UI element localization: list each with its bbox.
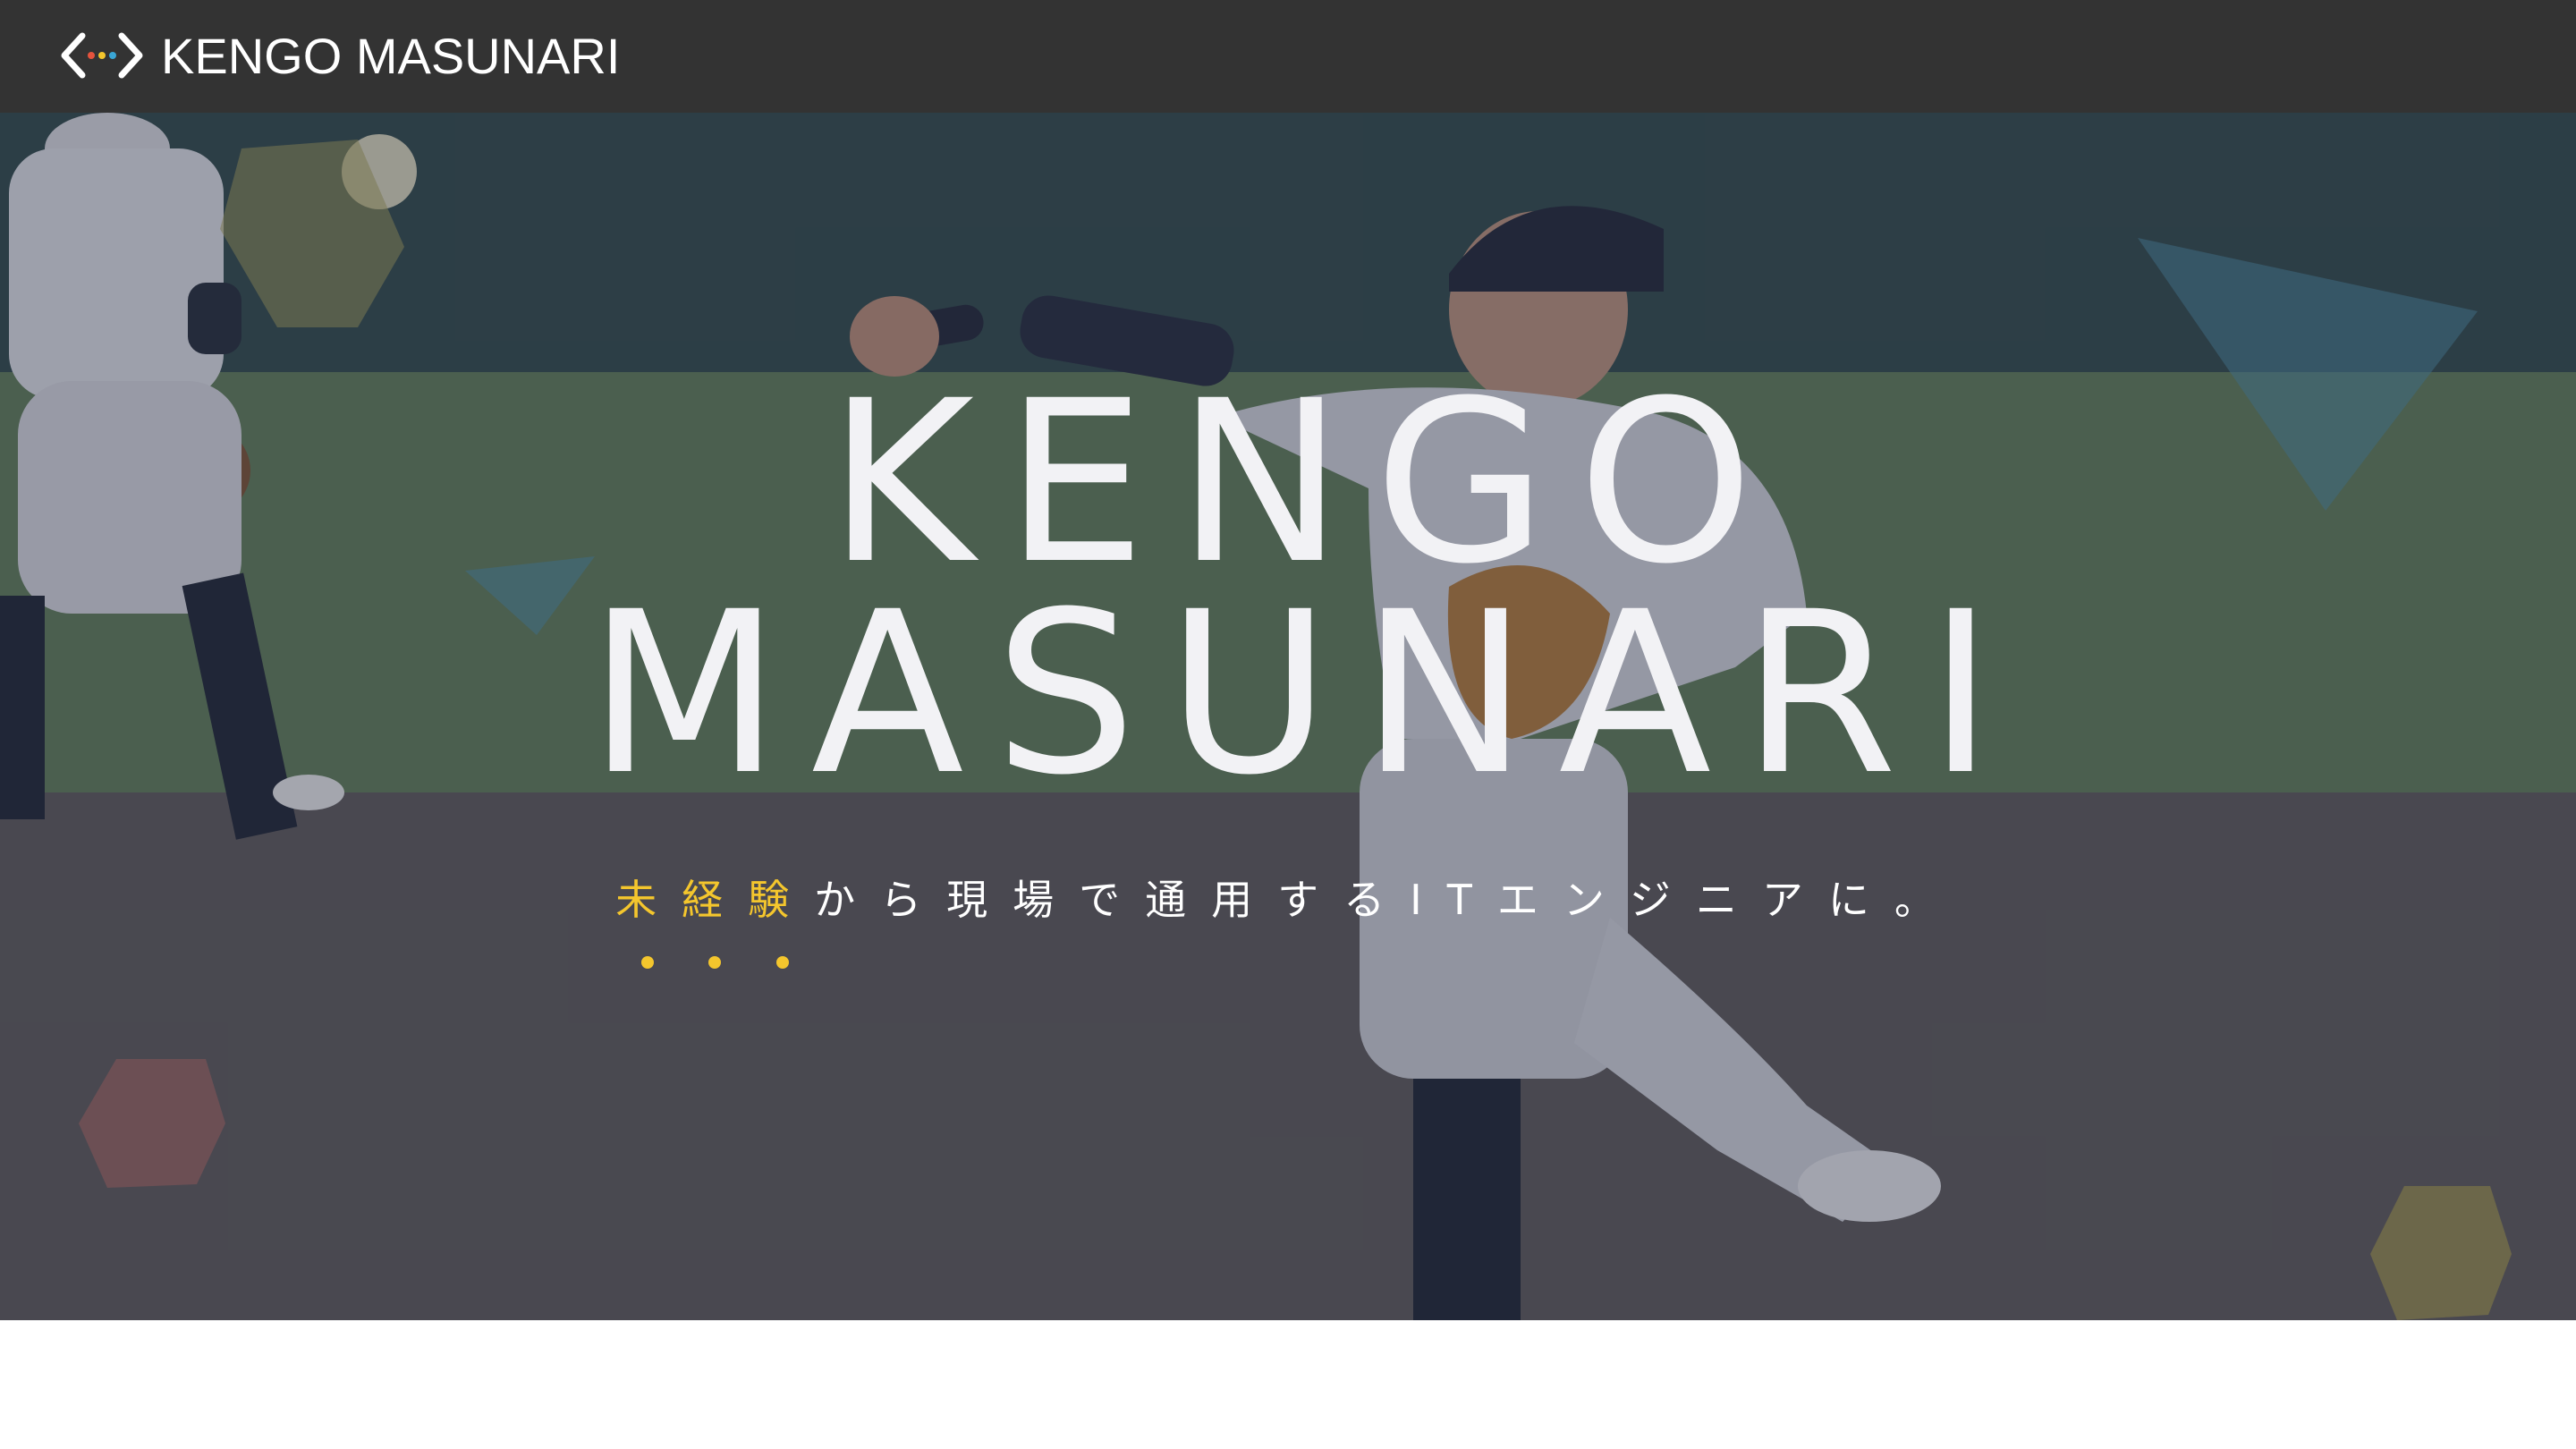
page-content-area <box>0 1320 2576 1449</box>
code-brackets-icon[interactable] <box>61 32 143 79</box>
hero-title-last-name: MASUNARI <box>588 564 2024 824</box>
tagline-text: から現場で通用するITエンジニアに。 <box>814 876 1961 924</box>
tagline-accent-text: 未経験 <box>615 876 815 924</box>
top-navbar: KENGO MASUNARI <box>0 0 2576 113</box>
emphasis-dots <box>626 956 805 970</box>
site-title-link[interactable]: KENGO MASUNARI <box>161 25 620 88</box>
hero-tagline: 未経験から現場で通用するITエンジニアに。 <box>0 866 2576 934</box>
